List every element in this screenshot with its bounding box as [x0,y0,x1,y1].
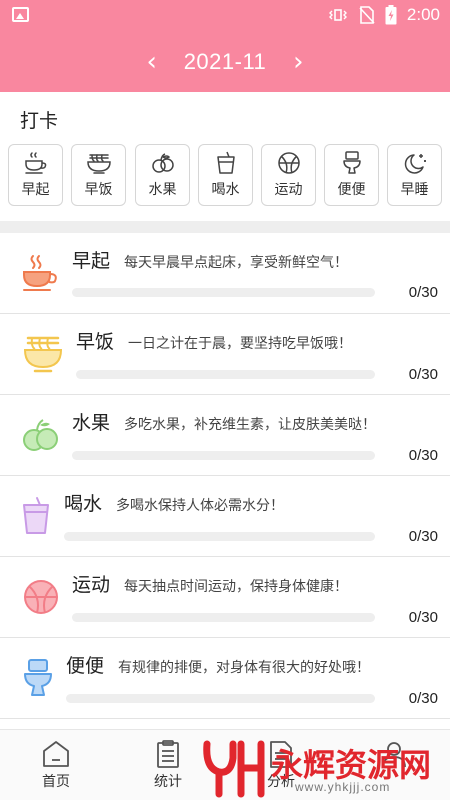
chevron-left-icon[interactable]: ‹ [142,44,162,80]
habit-progress-bar [66,694,375,703]
habit-row-breakfast[interactable]: 早饭 一日之计在于晨，要坚持吃早饭哦！ 0/30 [0,314,450,395]
chip-label: 早睡 [400,182,429,198]
habit-description: 多喝水保持人体必需水分！ [116,498,284,514]
noodle-bowl-icon [86,154,111,174]
habit-count: 0/30 [408,366,438,383]
chip-exercise[interactable]: 运动 [261,144,316,206]
chip-label: 水果 [148,182,177,198]
habit-progress-bar [76,370,375,379]
chip-fruit[interactable]: 水果 [135,144,190,206]
habit-row-fruit[interactable]: 水果 多吃水果，补充维生素，让皮肤美美哒！ 0/30 [0,395,450,476]
habit-row-poop[interactable]: 便便 有规律的排便，对身体有很大的好处哦！ 0/30 [0,638,450,719]
watermark: 永辉资源网 www.yhkjjj.com [203,738,448,798]
status-bar: 2:00 [0,0,450,32]
habit-count: 0/30 [408,528,438,545]
toilet-icon [24,659,52,696]
tab-home[interactable]: 首页 [0,730,112,800]
habit-description: 一日之计在于晨，要坚持吃早饭哦！ [128,336,352,352]
habit-progress-bar [72,451,375,460]
status-time: 2:00 [406,5,440,24]
chip-poop[interactable]: 便便 [324,144,379,206]
ball-icon [277,152,300,174]
chip-sleep-early[interactable]: 早睡 [387,144,442,206]
month-navigator: ‹ 2021-11 › [0,44,450,80]
current-month: 2021-11 [183,49,267,74]
tab-label: 首页 [42,774,70,790]
noodle-bowl-icon [23,336,63,373]
chip-wake-early[interactable]: 早起 [8,144,63,206]
app-header: 2:00 ‹ 2021-11 › [0,0,450,92]
battery-charging-icon [385,5,397,25]
habit-progress-bar [72,613,375,622]
habit-description: 每天抽点时间运动，保持身体健康！ [124,579,348,595]
tab-label: 统计 [154,774,182,790]
habit-count: 0/30 [408,690,438,707]
habit-description: 每天早晨早点起床，享受新鲜空气！ [124,255,348,271]
chip-water[interactable]: 喝水 [198,144,253,206]
checkin-chips: 早起 早饭 水果 喝水 运动 便便 早睡 [8,144,446,208]
vibrate-icon [328,9,347,21]
habit-row-water[interactable]: 喝水 多喝水保持人体必需水分！ 0/30 [0,476,450,557]
habit-description: 有规律的排便，对身体有很大的好处哦！ [118,660,370,676]
gallery-notification-icon [12,7,29,22]
habit-progress-bar [64,532,375,541]
habit-title: 早饭 [76,331,115,353]
chevron-right-icon[interactable]: › [288,44,308,80]
watermark-url: www.yhkjjj.com [295,780,391,794]
home-icon [43,741,69,767]
habit-title: 喝水 [64,493,103,515]
chip-label: 运动 [274,182,303,198]
coffee-cup-icon [23,255,57,291]
section-divider [0,221,450,233]
chip-label: 早起 [21,182,50,198]
habit-title: 便便 [66,655,105,677]
no-sim-icon [359,6,375,24]
habit-row-exercise[interactable]: 运动 每天抽点时间运动，保持身体健康！ 0/30 [0,557,450,638]
habit-description: 多吃水果，补充维生素，让皮肤美美哒！ [124,417,376,433]
habit-count: 0/30 [408,609,438,626]
habit-title: 早起 [72,250,111,272]
clipboard-icon [157,740,179,768]
fruit-icon [151,153,174,173]
drink-cup-icon [216,151,235,174]
habit-title: 水果 [72,412,111,434]
habit-progress-bar [72,288,375,297]
drink-cup-icon [23,497,49,534]
toilet-icon [342,151,361,174]
watermark-logo-icon [203,740,265,798]
chip-breakfast[interactable]: 早饭 [71,144,126,206]
fruit-icon [23,419,58,451]
checkin-title: 打卡 [20,110,59,132]
chip-label: 便便 [337,182,366,198]
coffee-cup-icon [24,152,46,174]
ball-icon [24,580,58,614]
habit-count: 0/30 [408,447,438,464]
habit-row-wake-early[interactable]: 早起 每天早晨早点起床，享受新鲜空气！ 0/30 [0,233,450,314]
habit-count: 0/30 [408,284,438,301]
chip-label: 早饭 [84,182,113,198]
moon-stars-icon [404,154,426,174]
chip-label: 喝水 [211,182,240,198]
habit-title: 运动 [72,574,111,596]
